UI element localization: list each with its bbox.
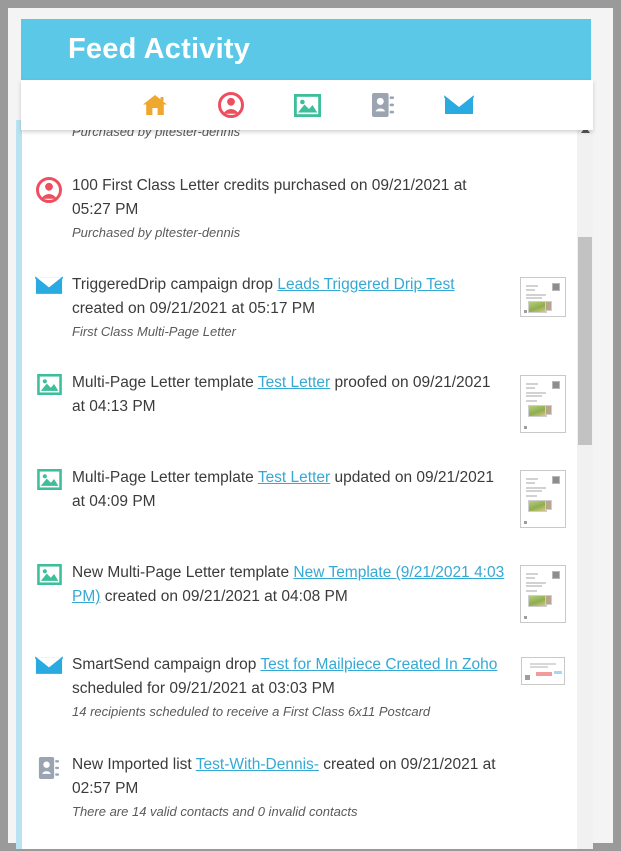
feed-item-text: New Multi-Page Letter template New Templ… xyxy=(72,561,506,609)
feed-item-thumbnail-slot[interactable] xyxy=(512,466,574,528)
letter-thumbnail[interactable] xyxy=(520,470,566,528)
activity-feed-panel: Purchased by pltester-dennis 100 First C… xyxy=(16,120,593,849)
feed-text-part: SmartSend campaign drop xyxy=(72,656,261,673)
letter-thumbnail[interactable] xyxy=(520,277,566,317)
feed-item-link[interactable]: Test-With-Dennis- xyxy=(196,756,319,773)
thumbnail-stamp xyxy=(552,476,560,484)
feed-item[interactable]: New Imported list Test-With-Dennis- crea… xyxy=(22,753,574,822)
postcard-thumbnail[interactable] xyxy=(521,657,565,685)
feed-item-text: SmartSend campaign drop Test for Mailpie… xyxy=(72,653,506,701)
feed-item-thumbnail-slot xyxy=(512,174,574,178)
image-icon[interactable] xyxy=(290,90,324,120)
feed-item-subtext: First Class Multi-Page Letter xyxy=(72,324,236,339)
feed-scrollbar-thumb[interactable] xyxy=(578,237,592,445)
app-header: Feed Activity xyxy=(21,19,591,80)
page-sheet: Feed Activity Purchased by pltester-denn… xyxy=(8,8,613,849)
feed-item-text: 100 First Class Letter credits purchased… xyxy=(72,174,506,222)
address-book-icon[interactable] xyxy=(366,90,400,120)
feed-item-subtext: 14 recipients scheduled to receive a Fir… xyxy=(72,704,431,719)
feed-item-thumbnail-slot xyxy=(512,753,574,757)
feed-text-part: created on 09/21/2021 at 04:08 PM xyxy=(100,588,348,605)
address-book-icon xyxy=(32,753,66,780)
feed-item-subtext: Purchased by pltester-dennis xyxy=(72,225,241,240)
feed-text-part: New Imported list xyxy=(72,756,196,773)
thumbnail-stamp xyxy=(552,283,560,291)
feed-item[interactable]: Multi-Page Letter template Test Letter u… xyxy=(22,466,574,528)
feed-item-text: TriggeredDrip campaign drop Leads Trigge… xyxy=(72,273,506,321)
feed-text-part: TriggeredDrip campaign drop xyxy=(72,276,278,293)
feed-item-link[interactable]: Leads Triggered Drip Test xyxy=(277,276,454,293)
envelope-icon xyxy=(32,653,66,676)
feed-text-part: New Multi-Page Letter template xyxy=(72,564,294,581)
feed-text-part: Multi-Page Letter template xyxy=(72,469,258,486)
feed-text-part: 100 First Class Letter credits purchased… xyxy=(72,177,467,218)
activity-feed-list: Purchased by pltester-dennis 100 First C… xyxy=(22,120,574,849)
feed-item-text: New Imported list Test-With-Dennis- crea… xyxy=(72,753,506,801)
feed-item-subtext: There are 14 valid contacts and 0 invali… xyxy=(72,804,358,819)
thumbnail-stamp xyxy=(552,381,560,389)
envelope-icon xyxy=(32,273,66,296)
image-icon xyxy=(32,466,66,490)
feed-text-part: Multi-Page Letter template xyxy=(72,374,258,391)
feed-item-link[interactable]: Test for Mailpiece Created In Zoho xyxy=(260,656,497,673)
home-icon[interactable] xyxy=(138,90,172,120)
user-icon[interactable] xyxy=(214,90,248,120)
feed-text-part: scheduled for 09/21/2021 at 03:03 PM xyxy=(72,680,335,697)
feed-item-thumbnail-slot[interactable] xyxy=(512,561,574,623)
letter-thumbnail[interactable] xyxy=(520,565,566,623)
feed-item-link[interactable]: Test Letter xyxy=(258,374,330,391)
feed-item[interactable]: SmartSend campaign drop Test for Mailpie… xyxy=(22,653,574,722)
feed-item-thumbnail-slot[interactable] xyxy=(512,653,574,685)
feed-item[interactable]: New Multi-Page Letter template New Templ… xyxy=(22,561,574,623)
image-icon xyxy=(32,371,66,395)
main-nav xyxy=(21,80,593,130)
image-icon xyxy=(32,561,66,585)
feed-item[interactable]: Multi-Page Letter template Test Letter p… xyxy=(22,371,574,433)
feed-text-part: created on 09/21/2021 at 05:17 PM xyxy=(72,300,316,317)
feed-scrollbar[interactable] xyxy=(577,120,593,849)
envelope-icon[interactable] xyxy=(442,90,476,120)
user-icon xyxy=(32,174,66,203)
page-right-gutter xyxy=(593,8,613,843)
feed-item[interactable]: TriggeredDrip campaign drop Leads Trigge… xyxy=(22,273,574,342)
feed-item-text: Multi-Page Letter template Test Letter u… xyxy=(72,466,506,514)
feed-item[interactable]: 100 First Class Letter credits purchased… xyxy=(22,174,574,243)
feed-item-text: Multi-Page Letter template Test Letter p… xyxy=(72,371,506,419)
letter-thumbnail[interactable] xyxy=(520,375,566,433)
feed-item-thumbnail-slot[interactable] xyxy=(512,273,574,317)
feed-item-thumbnail-slot[interactable] xyxy=(512,371,574,433)
thumbnail-stamp xyxy=(525,675,530,680)
feed-item-link[interactable]: Test Letter xyxy=(258,469,330,486)
page-title: Feed Activity xyxy=(68,33,251,65)
thumbnail-stamp xyxy=(552,571,560,579)
